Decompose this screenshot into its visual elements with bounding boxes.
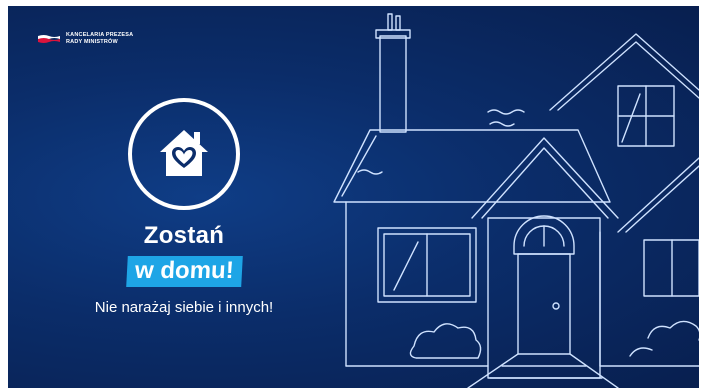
walkway [467,353,619,388]
logo-text: KANCELARIA PREZESA RADY MINISTRÓW [66,32,133,45]
porch-gable [471,137,619,379]
headline-title: Zostań [143,222,225,249]
logo-line-2: RADY MINISTRÓW [66,38,118,45]
polish-flag-icon [38,34,60,43]
right-gable [549,33,699,147]
headline-highlight-wrap: w domu! [8,256,360,287]
house-heart-icon [160,130,208,176]
house-heart-badge [128,98,240,210]
main-roof [333,109,611,203]
campaign-banner: KANCELARIA PREZESA RADY MINISTRÓW Zostań… [8,6,699,388]
front-door [513,215,575,355]
kprm-logo: KANCELARIA PREZESA RADY MINISTRÓW [38,32,133,45]
logo-line-1: KANCELARIA PREZESA [66,32,134,38]
left-window [377,227,477,303]
side-gable [617,157,699,297]
bushes [409,320,699,359]
headline-highlight: w domu! [125,256,243,287]
chimney [375,13,411,133]
headline-subtitle: Nie narażaj siebie i innych! [94,299,274,316]
house-sketch-illustration [333,13,699,388]
house-walls [345,201,699,367]
